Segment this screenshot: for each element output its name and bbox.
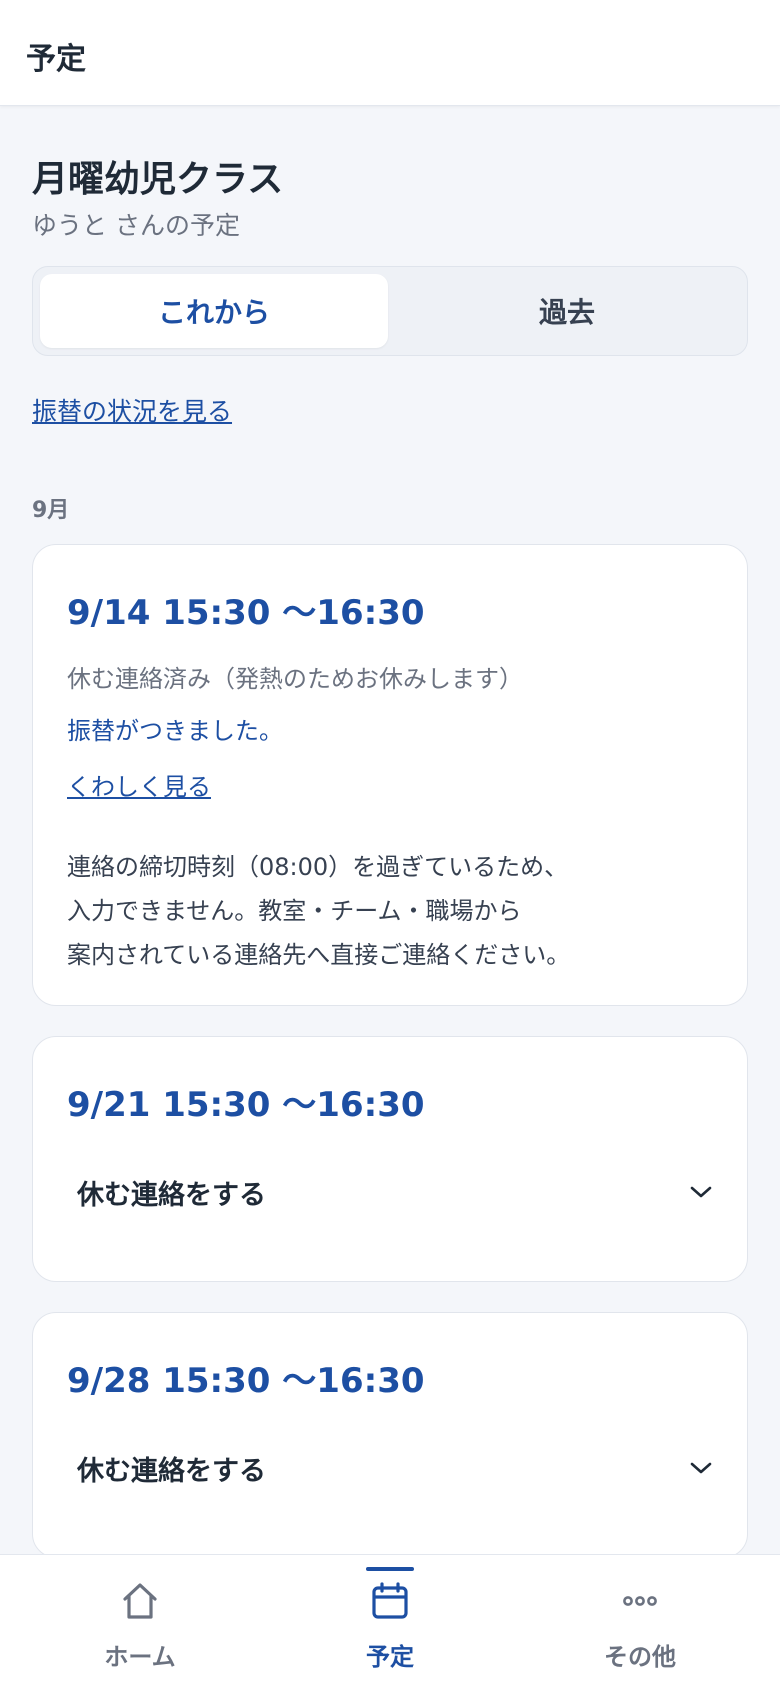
absence-contact-toggle[interactable]: 休む連絡をする xyxy=(45,1433,735,1503)
schedule-card: 9/21 15:30 〜16:30 休む連絡をする xyxy=(32,1036,748,1282)
calendar-icon xyxy=(366,1577,414,1625)
schedule-date-time: 9/21 15:30 〜16:30 xyxy=(67,1085,425,1125)
chevron-down-icon xyxy=(687,1178,715,1206)
nav-schedule-label: 予定 xyxy=(366,1643,414,1671)
schedule-card: 9/28 15:30 〜16:30 休む連絡をする xyxy=(32,1312,748,1558)
notice-line: 案内されている連絡先へ直接ご連絡ください。 xyxy=(67,941,571,969)
bottom-navigation: ホーム 予定 その他 xyxy=(0,1554,780,1688)
absence-contact-label: 休む連絡をする xyxy=(77,1179,266,1211)
deadline-notice: 連絡の締切時刻（08:00）を過ぎているため、 入力できません。教室・チーム・職… xyxy=(67,845,717,977)
more-icon xyxy=(616,1577,664,1625)
tab-upcoming[interactable]: これから xyxy=(40,274,388,348)
page-title: 予定 xyxy=(26,42,86,77)
active-indicator xyxy=(366,1567,414,1571)
notice-line: 入力できません。教室・チーム・職場から xyxy=(67,897,522,925)
schedule-date-time: 9/14 15:30 〜16:30 xyxy=(67,593,425,633)
nav-more[interactable]: その他 xyxy=(510,1555,770,1688)
absence-contact-toggle[interactable]: 休む連絡をする xyxy=(45,1157,735,1227)
transfer-status-link[interactable]: 振替の状況を見る xyxy=(32,392,232,428)
chevron-down-icon xyxy=(687,1454,715,1482)
schedule-card: 9/14 15:30 〜16:30 休む連絡済み（発熱のためお休みします） 振替… xyxy=(32,544,748,1006)
transfer-message: 振替がつきました。 xyxy=(67,717,283,745)
absence-status: 休む連絡済み（発熱のためお休みします） xyxy=(67,665,523,693)
nav-home-label: ホーム xyxy=(104,1643,176,1671)
schedule-tabs: これから 過去 xyxy=(32,266,748,356)
class-subtitle: ゆうと さんの予定 xyxy=(32,211,240,240)
nav-more-label: その他 xyxy=(604,1643,676,1671)
absence-contact-label: 休む連絡をする xyxy=(77,1455,266,1487)
app-header: 予定 xyxy=(0,0,780,106)
nav-home[interactable]: ホーム xyxy=(10,1555,270,1688)
details-link[interactable]: くわしく見る xyxy=(67,767,211,802)
tab-past[interactable]: 過去 xyxy=(393,274,741,348)
notice-line: 連絡の締切時刻（08:00）を過ぎているため、 xyxy=(67,853,569,881)
home-icon xyxy=(116,1577,164,1625)
schedule-date-time: 9/28 15:30 〜16:30 xyxy=(67,1361,425,1401)
nav-schedule[interactable]: 予定 xyxy=(260,1555,520,1688)
month-label: 9月 xyxy=(32,498,70,523)
class-name: 月曜幼児クラス xyxy=(32,159,284,200)
